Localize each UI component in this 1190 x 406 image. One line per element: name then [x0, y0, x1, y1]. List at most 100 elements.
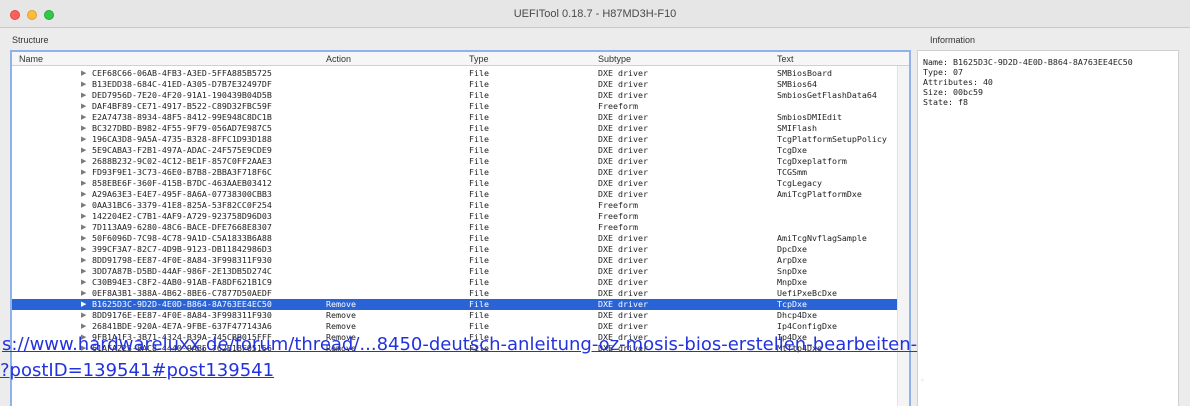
tree-row[interactable]: ▶ 8DD9176E-EE87-4F0E-8A84-3F998311F930 Rem… — [12, 310, 909, 321]
expand-arrow-icon[interactable]: ▶ — [81, 134, 86, 145]
cell-subtype: Freeform — [598, 200, 638, 210]
cell-type: File — [469, 288, 489, 298]
information-panel: Name: B1625D3C-9D2D-4E0D-B864-8A763EE4EC… — [917, 50, 1179, 406]
tree-row[interactable]: ▶ 196CA3D8-9A5A-4735-B328-8FFC1D93D188 Fil… — [12, 134, 909, 145]
expand-arrow-icon[interactable]: ▶ — [81, 200, 86, 211]
tree-row[interactable]: ▶ 26841BDE-920A-4E7A-9FBE-637F477143A6 Rem… — [12, 321, 909, 332]
overlay-url-link-line2[interactable]: ?postID=139541#post139541 — [0, 360, 274, 381]
expand-arrow-icon[interactable]: ▶ — [81, 68, 86, 79]
cell-subtype: DXE driver — [598, 90, 648, 100]
cell-type: File — [469, 222, 489, 232]
tree-row[interactable]: ▶ 399CF3A7-82C7-4D9B-9123-DB11842986D3 Fil… — [12, 244, 909, 255]
expand-arrow-icon[interactable]: ▶ — [81, 156, 86, 167]
cell-name: 196CA3D8-9A5A-4735-B328-8FFC1D93D188 — [92, 134, 272, 144]
tree-row[interactable]: ▶ 50F6096D-7C98-4C78-9A1D-C5A1833B6A88 Fil… — [12, 233, 909, 244]
cell-text: TcgDxe — [777, 145, 807, 155]
tree-row[interactable]: ▶ B13EDD38-684C-41ED-A305-D7B7E32497DF Fil… — [12, 79, 909, 90]
cell-type: File — [469, 134, 489, 144]
expand-arrow-icon[interactable]: ▶ — [81, 211, 86, 222]
cell-subtype: DXE driver — [598, 145, 648, 155]
cell-name: A29A63E3-E4E7-495F-8A6A-07738300CBB3 — [92, 189, 272, 199]
cell-type: File — [469, 101, 489, 111]
expand-arrow-icon[interactable]: ▶ — [81, 112, 86, 123]
vertical-scrollbar[interactable] — [897, 66, 909, 406]
cell-name: 8DD9176E-EE87-4F0E-8A84-3F998311F930 — [92, 310, 272, 320]
cell-type: File — [469, 299, 489, 309]
cell-type: File — [469, 90, 489, 100]
cell-subtype: DXE driver — [598, 255, 648, 265]
column-header-subtype[interactable]: Subtype — [598, 54, 631, 64]
expand-arrow-icon[interactable]: ▶ — [81, 79, 86, 90]
expand-arrow-icon[interactable]: ▶ — [81, 222, 86, 233]
expand-arrow-icon[interactable]: ▶ — [81, 189, 86, 200]
tree-row[interactable]: ▶ 142204E2-C7B1-4AF9-A729-923758D96D03 Fil… — [12, 211, 909, 222]
column-header-name[interactable]: Name — [19, 54, 43, 64]
cell-type: File — [469, 68, 489, 78]
cell-text: TcgDxeplatform — [777, 156, 847, 166]
expand-arrow-icon[interactable]: ▶ — [81, 277, 86, 288]
cell-text: SmbiosGetFlashData64 — [777, 90, 877, 100]
cell-name: B13EDD38-684C-41ED-A305-D7B7E32497DF — [92, 79, 272, 89]
expand-arrow-icon[interactable]: ▶ — [81, 123, 86, 134]
tree-row[interactable]: ▶ E2A74738-8934-48F5-8412-99E948C8DC1B Fil… — [12, 112, 909, 123]
info-attributes: Attributes: 40 — [923, 77, 993, 87]
expand-arrow-icon[interactable]: ▶ — [81, 299, 86, 310]
tree-row[interactable]: ▶ FD93F9E1-3C73-46E0-B7B8-2BBA3F718F6C Fil… — [12, 167, 909, 178]
tree-row[interactable]: ▶ BC327DBD-B982-4F55-9F79-056AD7E987C5 Fil… — [12, 123, 909, 134]
cell-text: SMBios64 — [777, 79, 817, 89]
tree-row[interactable]: ▶ DED7956D-7E20-4F20-91A1-190439B04D5B Fil… — [12, 90, 909, 101]
tree-row[interactable]: ▶ 0AA31BC6-3379-41E8-825A-53F82CC0F254 Fil… — [12, 200, 909, 211]
cell-type: File — [469, 189, 489, 199]
cell-subtype: DXE driver — [598, 233, 648, 243]
cell-type: File — [469, 156, 489, 166]
cell-type: File — [469, 310, 489, 320]
tree-row[interactable]: ▶ CEF68C66-06AB-4FB3-A3ED-5FFA885B5725 Fil… — [12, 68, 909, 79]
resize-handle-icon[interactable]: ◦ — [920, 376, 925, 385]
tree-row[interactable]: ▶ B1625D3C-9D2D-4E0D-B864-8A763EE4EC50 Rem… — [12, 299, 909, 310]
expand-arrow-icon[interactable]: ▶ — [81, 90, 86, 101]
expand-arrow-icon[interactable]: ▶ — [81, 255, 86, 266]
expand-arrow-icon[interactable]: ▶ — [81, 266, 86, 277]
tree-row[interactable]: ▶ 7D113AA9-6280-48C6-BACE-DFE7668E8307 Fil… — [12, 222, 909, 233]
tree-row[interactable]: ▶ C30B94E3-C8F2-4AB0-91AB-FA8DF621B1C9 Fil… — [12, 277, 909, 288]
tree-row[interactable]: ▶ 5E9CABA3-F2B1-497A-ADAC-24F575E9CDE9 Fil… — [12, 145, 909, 156]
column-header-action[interactable]: Action — [326, 54, 351, 64]
cell-subtype: Freeform — [598, 211, 638, 221]
expand-arrow-icon[interactable]: ▶ — [81, 288, 86, 299]
cell-name: 7D113AA9-6280-48C6-BACE-DFE7668E8307 — [92, 222, 272, 232]
cell-type: File — [469, 277, 489, 287]
tree-row[interactable]: ▶ 0EF8A3B1-388A-4B62-8BE6-C7877D50AEDF Fil… — [12, 288, 909, 299]
cell-subtype: Freeform — [598, 101, 638, 111]
expand-arrow-icon[interactable]: ▶ — [81, 244, 86, 255]
tree-row[interactable]: ▶ A29A63E3-E4E7-495F-8A6A-07738300CBB3 Fil… — [12, 189, 909, 200]
expand-arrow-icon[interactable]: ▶ — [81, 310, 86, 321]
info-state: State: f8 — [923, 97, 968, 107]
tree-row[interactable]: ▶ 8DD91798-EE87-4F0E-8A84-3F998311F930 Fil… — [12, 255, 909, 266]
cell-name: 142204E2-C7B1-4AF9-A729-923758D96D03 — [92, 211, 272, 221]
column-header-type[interactable]: Type — [469, 54, 489, 64]
cell-text: TcgLegacy — [777, 178, 822, 188]
cell-name: 8DD91798-EE87-4F0E-8A84-3F998311F930 — [92, 255, 272, 265]
cell-type: File — [469, 233, 489, 243]
cell-text: ArpDxe — [777, 255, 807, 265]
tree-row[interactable]: ▶ DAF4BF89-CE71-4917-B522-C89D32FBC59F Fil… — [12, 101, 909, 112]
expand-arrow-icon[interactable]: ▶ — [81, 321, 86, 332]
tree-row[interactable]: ▶ 3DD7A87B-D5BD-44AF-986F-2E13DB5D274C Fil… — [12, 266, 909, 277]
cell-subtype: DXE driver — [598, 310, 648, 320]
column-header-text[interactable]: Text — [777, 54, 794, 64]
tree-row[interactable]: ▶ 2688B232-9C02-4C12-BE1F-857C0FF2AAE3 Fil… — [12, 156, 909, 167]
cell-type: File — [469, 321, 489, 331]
overlay-url-link-line1[interactable]: s://www.hardwareluxx.de/forum/thread/...… — [2, 334, 917, 355]
tree-row[interactable]: ▶ 858EBE6F-360F-415B-B7DC-463AAEB03412 Fil… — [12, 178, 909, 189]
expand-arrow-icon[interactable]: ▶ — [81, 178, 86, 189]
cell-name: FD93F9E1-3C73-46E0-B7B8-2BBA3F718F6C — [92, 167, 272, 177]
cell-subtype: Freeform — [598, 222, 638, 232]
cell-name: 26841BDE-920A-4E7A-9FBE-637F477143A6 — [92, 321, 272, 331]
expand-arrow-icon[interactable]: ▶ — [81, 101, 86, 112]
cell-subtype: DXE driver — [598, 266, 648, 276]
expand-arrow-icon[interactable]: ▶ — [81, 167, 86, 178]
expand-arrow-icon[interactable]: ▶ — [81, 233, 86, 244]
cell-type: File — [469, 266, 489, 276]
expand-arrow-icon[interactable]: ▶ — [81, 145, 86, 156]
cell-type: File — [469, 211, 489, 221]
